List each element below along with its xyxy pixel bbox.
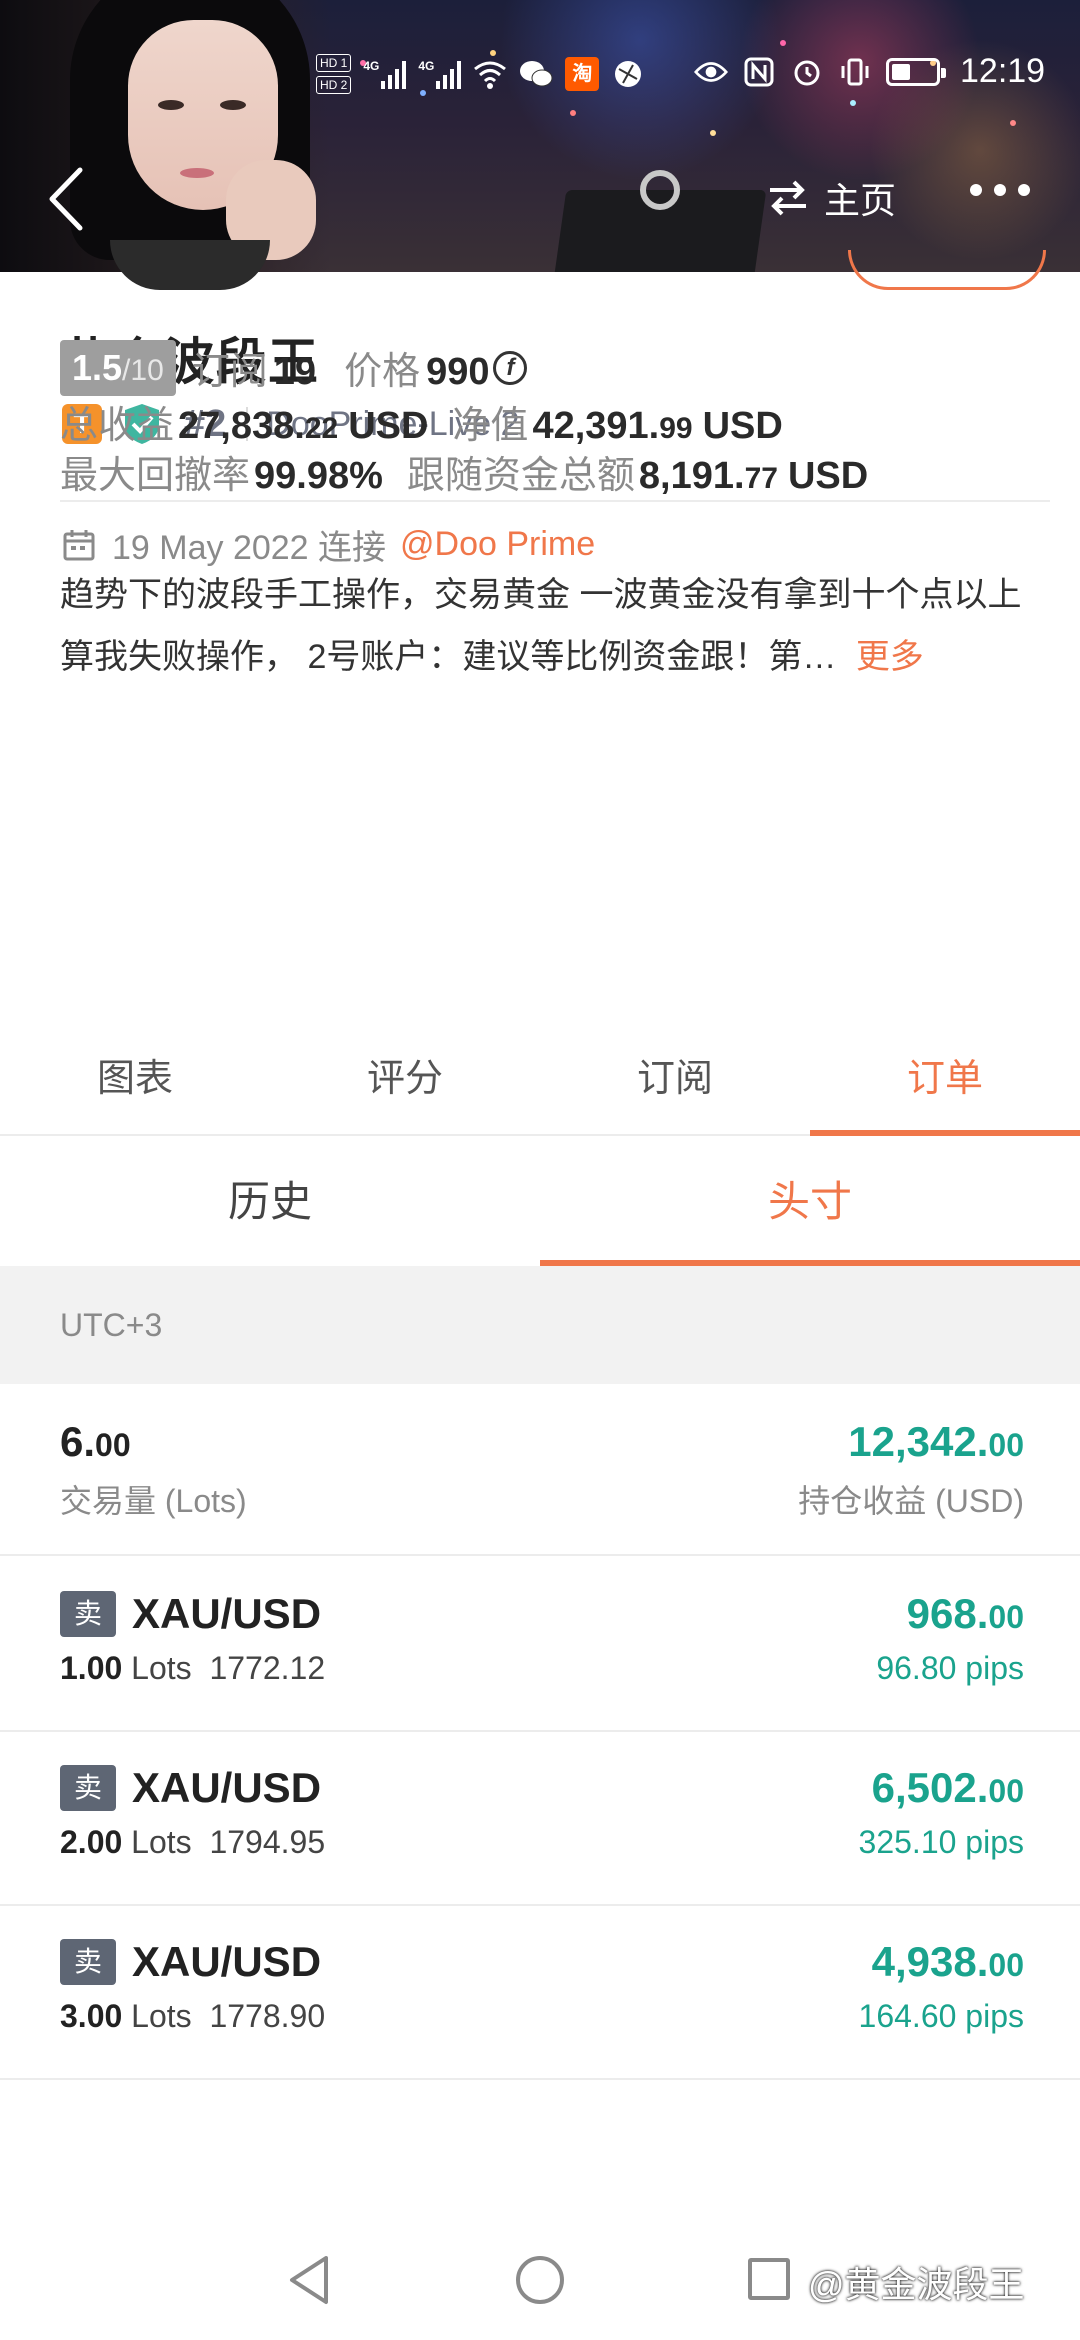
tab-orders[interactable]: 订单 bbox=[810, 1010, 1080, 1136]
strategy-description: 趋势下的波段手工操作，交易黄金 一波黄金没有拿到十个点以上算我失败操作， 2号账… bbox=[60, 564, 1050, 688]
coin-icon: f bbox=[493, 351, 528, 385]
total-profit-label: 总收益 bbox=[60, 405, 175, 447]
broker-link[interactable]: @Doo Prime bbox=[400, 525, 595, 564]
position-symbol: XAU/USD bbox=[132, 1590, 322, 1637]
volume-value: 6.00 bbox=[60, 1418, 131, 1465]
position-row[interactable]: 卖 XAU/USD 3.00 Lots 1778.90 4,938.00 164.… bbox=[0, 1906, 1080, 2080]
score-max: /10 bbox=[122, 354, 164, 387]
net-value-label: 净值 bbox=[452, 405, 529, 447]
hd-indicators: HD 1 HD 2 bbox=[316, 54, 352, 94]
vibrate-icon bbox=[838, 55, 872, 89]
nav-recents-icon[interactable] bbox=[748, 2258, 790, 2300]
position-pips: 325.10 pips bbox=[858, 1824, 1024, 1860]
position-pips: 96.80 pips bbox=[876, 1650, 1024, 1686]
signal-1-icon: 4G bbox=[363, 59, 407, 89]
position-symbol: XAU/USD bbox=[132, 1764, 322, 1811]
wifi-icon bbox=[473, 57, 507, 91]
calendar-icon bbox=[63, 529, 95, 560]
positions-summary: 6.00 交易量 (Lots) 12,342.00 持仓收益 (USD) bbox=[0, 1384, 1080, 1556]
connect-date: 19 May 2022 连接 bbox=[112, 529, 387, 567]
position-profit: 968.00 bbox=[906, 1590, 1024, 1637]
follow-button[interactable] bbox=[848, 250, 1046, 290]
position-profit: 6,502.00 bbox=[871, 1764, 1024, 1811]
follow-funds-decimals: 77 bbox=[744, 462, 778, 495]
total-profit-decimals: 22 bbox=[304, 412, 339, 445]
subscribe-label: 订阅 bbox=[191, 351, 268, 393]
score-value: 1.5 bbox=[72, 347, 123, 388]
system-navigation-bar: @黄金波段王 bbox=[0, 2220, 1080, 2340]
position-row[interactable]: 卖 XAU/USD 1.00 Lots 1772.12 968.00 96.80 … bbox=[0, 1558, 1080, 1732]
volume-label: 交易量 (Lots) bbox=[60, 1483, 247, 1519]
main-tabs: 图表 评分 订阅 订单 bbox=[0, 1010, 1080, 1136]
nfc-icon bbox=[742, 55, 776, 89]
tab-rating[interactable]: 评分 bbox=[270, 1010, 540, 1134]
back-button[interactable] bbox=[46, 166, 94, 236]
timezone-bar: UTC+3 bbox=[0, 1266, 1080, 1384]
sell-badge: 卖 bbox=[60, 1765, 116, 1811]
status-time: 12:19 bbox=[960, 52, 1046, 90]
order-subtabs: 历史 头寸 bbox=[0, 1138, 1080, 1266]
more-dot-icon bbox=[1018, 184, 1030, 196]
max-drawdown-label: 最大回撤率 bbox=[60, 455, 251, 497]
app-notification-icon bbox=[611, 57, 645, 91]
header-cover-photo: HD 1 HD 2 4G 4G 淘 12:19 主页 bbox=[0, 0, 1080, 272]
network-type-2: 4G bbox=[418, 59, 435, 73]
follow-funds-label: 跟随资金总额 bbox=[406, 455, 635, 497]
home-label: 主页 bbox=[824, 180, 897, 221]
signal-2-icon: 4G bbox=[418, 59, 462, 89]
switch-arrows-icon bbox=[770, 180, 806, 216]
price-value: 990 bbox=[426, 351, 490, 393]
status-bar: HD 1 HD 2 4G 4G 淘 12:19 bbox=[0, 44, 1080, 114]
battery-icon bbox=[886, 57, 946, 86]
net-value-unit: USD bbox=[702, 405, 783, 447]
nav-home-icon[interactable] bbox=[516, 2256, 564, 2304]
score-subscribe-row: 1.5/10 订阅 19 价格 990 f bbox=[60, 340, 528, 396]
tab-subscription[interactable]: 订阅 bbox=[540, 1010, 810, 1134]
watermark-text: @黄金波段王 bbox=[808, 2264, 1025, 2305]
total-profit-unit: USD bbox=[348, 405, 429, 447]
eye-comfort-icon bbox=[694, 55, 728, 89]
more-dot-icon bbox=[994, 184, 1006, 196]
switch-home-button[interactable]: 主页 bbox=[768, 172, 896, 224]
follow-funds-value: 8,191. bbox=[638, 455, 745, 497]
net-value-value: 42,391. bbox=[532, 405, 660, 447]
more-options-button[interactable] bbox=[970, 184, 1030, 196]
taobao-icon: 淘 bbox=[565, 57, 600, 91]
gift-ribbon-decoration bbox=[640, 170, 680, 210]
hd1-badge: HD 1 bbox=[316, 54, 352, 72]
sell-badge: 卖 bbox=[60, 1591, 116, 1637]
more-dot-icon bbox=[970, 184, 982, 196]
max-drawdown-value: 99.98% bbox=[254, 455, 383, 497]
position-details: 2.00 Lots 1794.95 bbox=[60, 1824, 326, 1860]
position-details: 1.00 Lots 1772.12 bbox=[60, 1650, 326, 1686]
position-profit: 4,938.00 bbox=[871, 1938, 1024, 1985]
tab-chart[interactable]: 图表 bbox=[0, 1010, 270, 1134]
subtab-history[interactable]: 历史 bbox=[0, 1138, 540, 1266]
position-profit-value: 12,342.00 bbox=[848, 1418, 1024, 1465]
hd2-badge: HD 2 bbox=[316, 76, 352, 94]
total-profit-value: 27,838. bbox=[178, 405, 305, 447]
price-label: 价格 bbox=[344, 351, 421, 393]
position-symbol: XAU/USD bbox=[132, 1938, 322, 1985]
subscribe-count: 19 bbox=[273, 351, 317, 393]
position-pips: 164.60 pips bbox=[858, 1998, 1024, 2034]
drawdown-row: 最大回撤率 99.98% 跟随资金总额 8,191. 77 USD bbox=[60, 444, 868, 499]
divider bbox=[60, 500, 1050, 502]
alarm-icon bbox=[790, 55, 824, 89]
network-type-1: 4G bbox=[363, 59, 380, 73]
subtab-positions[interactable]: 头寸 bbox=[540, 1138, 1080, 1266]
net-value-decimals: 99 bbox=[659, 412, 693, 445]
wechat-icon bbox=[519, 57, 553, 91]
position-details: 3.00 Lots 1778.90 bbox=[60, 1998, 326, 2034]
avatar[interactable] bbox=[110, 240, 270, 290]
follow-funds-unit: USD bbox=[787, 455, 869, 497]
position-row[interactable]: 卖 XAU/USD 2.00 Lots 1794.95 6,502.00 325.… bbox=[0, 1732, 1080, 1906]
sell-badge: 卖 bbox=[60, 1939, 116, 1985]
profit-row: 总收益 27,838. 22 USD 净值 42,391. 99 USD bbox=[60, 394, 783, 449]
more-link[interactable]: 更多 bbox=[856, 638, 924, 676]
connect-info: 19 May 2022 连接 @Doo Prime bbox=[62, 520, 595, 569]
score-badge: 1.5/10 bbox=[60, 340, 176, 396]
nav-back-icon[interactable] bbox=[286, 2254, 332, 2306]
position-profit-label: 持仓收益 (USD) bbox=[798, 1483, 1024, 1519]
